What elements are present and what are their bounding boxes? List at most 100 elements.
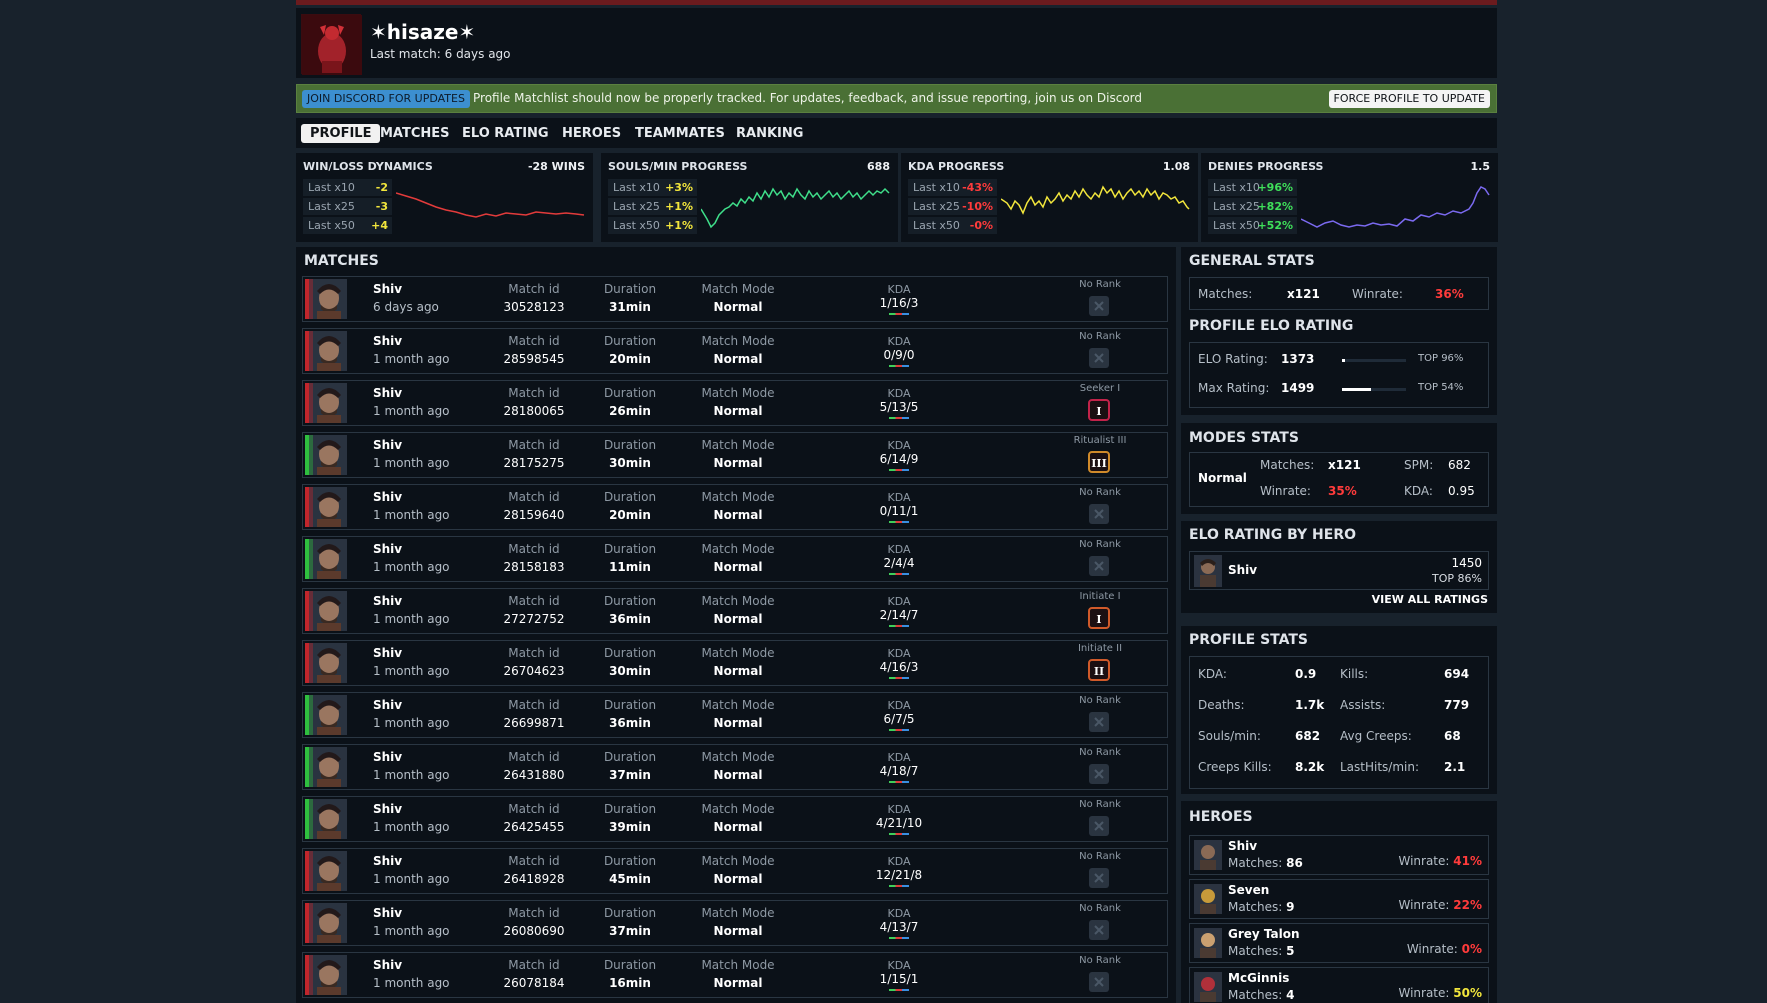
- match-mode-label: Match Mode: [701, 906, 775, 920]
- elo-rating-top: TOP 96%: [1418, 353, 1464, 364]
- kda-sparkline: [1001, 185, 1190, 215]
- tab-teammates[interactable]: TEAMMATES: [626, 124, 734, 143]
- profile-stats-panel: PROFILE STATS KDA: 0.9 Kills: 694 Deaths…: [1181, 626, 1497, 794]
- match-id-value: 26425455: [503, 820, 565, 834]
- kda-deaths: 18: [891, 764, 907, 778]
- match-row[interactable]: Shiv 1 month ago Match id 28598545 Duration 2…: [302, 328, 1168, 374]
- elo-rating-title: PROFILE ELO RATING: [1189, 318, 1354, 334]
- tab-matches[interactable]: MATCHES: [371, 124, 459, 143]
- kda-assists: 10: [906, 816, 923, 830]
- match-row[interactable]: Shiv 1 month ago Match id 26431880 Duration 3…: [302, 744, 1168, 790]
- hero-row[interactable]: Shiv Matches: 86 Winrate: 41%: [1189, 835, 1489, 875]
- elo-rating-box: ELO Rating: 1373 TOP 96% Max Rating: 149…: [1189, 342, 1489, 408]
- hero-matches-label: Matches:: [1228, 988, 1283, 1002]
- match-mode-value: Normal: [713, 820, 763, 834]
- stat-value: 0.9: [1295, 667, 1317, 681]
- match-mode-label: Match Mode: [701, 854, 775, 868]
- matches-count: x121: [1287, 287, 1320, 301]
- tab-heroes[interactable]: HEROES: [553, 124, 630, 143]
- shiv-portrait-icon: [305, 279, 347, 319]
- progress-row: Last x25 -3: [303, 198, 392, 215]
- match-id-value: 28158183: [503, 560, 565, 574]
- match-row[interactable]: Shiv 1 month ago Match id 26418928 Duration 4…: [302, 848, 1168, 894]
- match-row[interactable]: Shiv 1 month ago Match id 27272752 Duration 3…: [302, 588, 1168, 634]
- match-mode-label: Match Mode: [701, 646, 775, 660]
- grey-talon-portrait-icon: [1194, 928, 1222, 958]
- kda-label: KDA: [887, 595, 911, 608]
- hero-winrate-label: Winrate:: [1398, 898, 1450, 912]
- match-row[interactable]: Shiv 1 month ago Match id 28158183 Duration 1…: [302, 536, 1168, 582]
- kda-label: KDA: [887, 387, 911, 400]
- stat-value: 1.7k: [1295, 698, 1325, 712]
- force-update-button[interactable]: FORCE PROFILE TO UPDATE: [1328, 90, 1490, 108]
- general-stats-title: GENERAL STATS: [1189, 253, 1315, 269]
- match-row[interactable]: Shiv 6 days ago Match id 30528123 Duration 31…: [302, 276, 1168, 322]
- hero-row[interactable]: Grey Talon Matches: 5 Winrate: 0%: [1189, 923, 1489, 963]
- match-row[interactable]: Shiv 1 month ago Match id 28175275 Duration 3…: [302, 432, 1168, 478]
- match-id-label: Match id: [508, 334, 560, 348]
- progress-row-value: -10%: [962, 200, 993, 213]
- kda-kills: 2: [883, 556, 892, 570]
- kda-bar: [889, 573, 909, 575]
- match-id-value: 28598545: [503, 352, 565, 366]
- tab-elo-rating[interactable]: ELO RATING: [453, 124, 558, 143]
- match-row[interactable]: Shiv 1 month ago Match id 26078184 Duration 1…: [302, 952, 1168, 998]
- match-id-label: Match id: [508, 646, 560, 660]
- match-row[interactable]: Shiv 1 month ago Match id 26699871 Duration 3…: [302, 692, 1168, 738]
- mode-winrate-value: 35%: [1328, 484, 1357, 498]
- match-mode-label: Match Mode: [701, 802, 775, 816]
- elo-rating-panel: PROFILE ELO RATING ELO Rating: 1373 TOP …: [1181, 312, 1497, 415]
- shiv-portrait-icon: [305, 591, 347, 631]
- duration-label: Duration: [603, 542, 657, 556]
- match-row[interactable]: Shiv 1 month ago Match id 28180065 Duration 2…: [302, 380, 1168, 426]
- match-row[interactable]: Shiv 1 month ago Match id 26080690 Duration 3…: [302, 900, 1168, 946]
- join-discord-button[interactable]: JOIN DISCORD FOR UPDATES: [302, 90, 470, 108]
- kda-value: 4/18/7: [879, 764, 919, 778]
- view-all-ratings-link[interactable]: VIEW ALL RATINGS: [1372, 593, 1488, 606]
- mode-kda-label: KDA:: [1404, 484, 1433, 498]
- kda-assists: 7: [910, 608, 919, 622]
- elo-hero-row[interactable]: Shiv 1450 TOP 86%: [1189, 551, 1489, 590]
- rank-badge-icon: [1088, 815, 1110, 837]
- mode-winrate-label: Winrate:: [1260, 484, 1311, 498]
- rank-label: No Rank: [1079, 903, 1121, 914]
- kda-assists: 0: [906, 348, 915, 362]
- match-mode-value: Normal: [713, 612, 763, 626]
- duration-label: Duration: [603, 438, 657, 452]
- hero-matches-value: 4: [1286, 988, 1295, 1002]
- duration-value: 45min: [609, 872, 651, 886]
- hero-winrate: Winrate: 41%: [1398, 854, 1482, 868]
- tab-profile[interactable]: PROFILE: [301, 124, 381, 143]
- kda-deaths: 21: [895, 868, 911, 882]
- match-row[interactable]: Shiv 1 month ago Match id 26704623 Duration 3…: [302, 640, 1168, 686]
- progress-row-label: Last x10: [1213, 181, 1260, 194]
- general-stats-box: Matches: x121 Winrate: 36%: [1189, 277, 1489, 310]
- progress-row: Last x50 +4: [303, 217, 392, 234]
- profile-stats-title: PROFILE STATS: [1189, 632, 1308, 648]
- hero-row[interactable]: Seven Matches: 9 Winrate: 22%: [1189, 879, 1489, 919]
- match-row[interactable]: Shiv 1 month ago Match id 28159640 Duration 2…: [302, 484, 1168, 530]
- progress-row-value: +96%: [1257, 181, 1293, 194]
- match-id-label: Match id: [508, 490, 560, 504]
- kda-bar: [889, 833, 909, 835]
- kda-label: KDA: [887, 803, 911, 816]
- stat-value: 682: [1295, 729, 1321, 743]
- profile-header: ✶hisaze✶ Last match: 6 days ago: [296, 8, 1497, 78]
- progress-row: Last x50 +1%: [608, 217, 697, 234]
- kda-value: 0/9/0: [883, 348, 915, 362]
- kda-kills: 4: [879, 660, 888, 674]
- kda-assists: 3: [910, 296, 919, 310]
- kda-value: 1/16/3: [879, 296, 919, 310]
- elo-hero-rating: 1450: [1451, 556, 1482, 570]
- stat-label: Souls/min:: [1198, 729, 1261, 743]
- hero-row[interactable]: McGinnis Matches: 4 Winrate: 50%: [1189, 967, 1489, 1003]
- hero-name: Grey Talon: [1228, 927, 1300, 941]
- kda-kills: 1: [879, 972, 888, 986]
- match-time: 1 month ago: [373, 664, 450, 678]
- progress-row-value: +52%: [1257, 219, 1293, 232]
- tab-ranking[interactable]: RANKING: [727, 124, 812, 143]
- kda-value: 4/16/3: [879, 660, 919, 674]
- profile-nav: PROFILE MATCHES ELO RATING HEROES TEAMMA…: [296, 118, 1497, 148]
- duration-value: 30min: [609, 664, 651, 678]
- match-row[interactable]: Shiv 1 month ago Match id 26425455 Duration 3…: [302, 796, 1168, 842]
